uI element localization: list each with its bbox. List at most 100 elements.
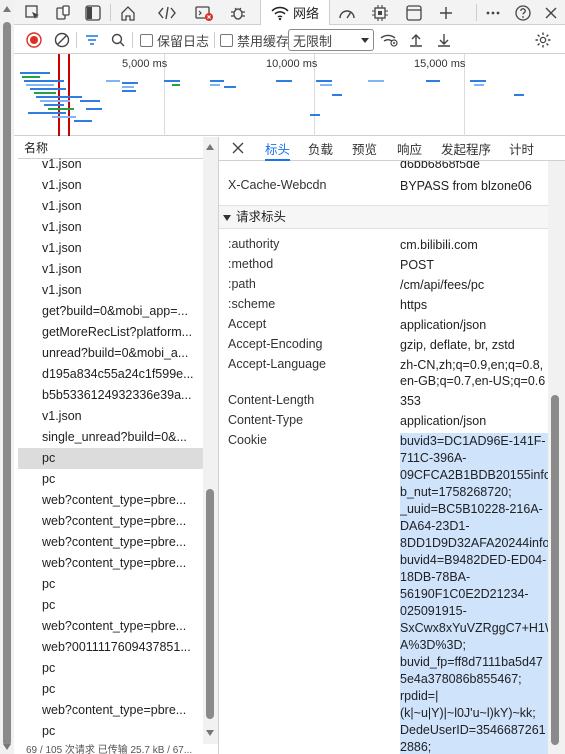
request-row[interactable]: v1.json	[18, 259, 203, 280]
close-details-icon[interactable]	[231, 141, 245, 158]
request-row[interactable]: get?build=0&mobi_app=...	[18, 301, 203, 322]
header-key: Content-Type	[228, 413, 304, 427]
request-row[interactable]: web?content_type=pbre...	[18, 700, 203, 721]
help-icon[interactable]	[510, 0, 536, 25]
request-list-scrollbar[interactable]	[203, 137, 218, 744]
sidebar-toggle-icon[interactable]	[80, 0, 106, 25]
network-toolbar: 保留日志 禁用缓存 无限制	[14, 26, 565, 54]
request-row[interactable]: web?0011117609437851...	[18, 637, 203, 658]
bug-icon[interactable]	[224, 0, 252, 25]
cookie-line: buvid3=DC1AD96E-141F-	[400, 433, 548, 450]
tab-timing[interactable]: 计时	[509, 137, 534, 161]
request-row[interactable]: b5b5336124932336e39a...	[18, 385, 203, 406]
checkbox-box[interactable]	[220, 33, 233, 47]
request-row[interactable]: v1.json	[18, 196, 203, 217]
header-value[interactable]: gzip, deflate, br, zstd	[400, 337, 548, 353]
tab-payload[interactable]: 负载	[308, 137, 333, 161]
request-row[interactable]: v1.json	[18, 406, 203, 427]
more-tabs-plus-icon[interactable]	[432, 0, 460, 25]
request-row[interactable]: v1.json	[18, 175, 203, 196]
request-row[interactable]: pc	[18, 595, 203, 616]
tab-response[interactable]: 响应	[397, 137, 422, 161]
disable-cache-checkbox[interactable]: 禁用缓存	[220, 29, 289, 51]
cookie-line: (k|~u|Y)|~l0J'u~l)kY)~kk;	[400, 705, 548, 722]
console-error-icon[interactable]	[190, 0, 218, 25]
memory-chip-icon[interactable]	[366, 0, 394, 25]
request-row[interactable]: v1.json	[18, 154, 203, 175]
header-key: X-Cache-Webcdn	[228, 178, 327, 192]
request-row[interactable]: pc	[18, 679, 203, 700]
header-value[interactable]: 353	[400, 393, 548, 409]
headers-panel: d6bb6868f5de X-Cache-Webcdn BYPASS from …	[218, 161, 548, 754]
request-row[interactable]: web?content_type=pbre...	[18, 616, 203, 637]
header-value[interactable]: zh-CN,zh;q=0.9,en;q=0.8,en-GB;q=0.7,en-U…	[400, 357, 548, 389]
device-toolbar-icon[interactable]	[50, 0, 76, 25]
close-devtools-icon[interactable]	[538, 0, 564, 25]
throttle-select[interactable]: 无限制	[288, 29, 374, 51]
request-row[interactable]: unread?build=0&mobi_a...	[18, 343, 203, 364]
elements-code-icon[interactable]	[152, 0, 182, 25]
more-options-icon[interactable]	[480, 0, 506, 25]
search-icon[interactable]	[110, 29, 126, 51]
request-row[interactable]: pc	[18, 721, 203, 742]
request-row[interactable]: pc	[18, 448, 203, 469]
checkbox-box[interactable]	[140, 33, 153, 47]
request-row[interactable]: getMoreRecList?platform...	[18, 322, 203, 343]
cookie-value[interactable]: buvid3=DC1AD96E-141F- 711C-396A- 09CFCA2B1…	[400, 433, 548, 754]
scroll-up-arrow[interactable]	[3, 6, 11, 12]
request-row[interactable]: single_unread?build=0&...	[18, 427, 203, 448]
request-row[interactable]: web?content_type=pbre...	[18, 511, 203, 532]
settings-gear-icon[interactable]	[534, 29, 552, 51]
tab-initiator[interactable]: 发起程序	[441, 137, 491, 161]
tab-preview[interactable]: 预览	[352, 137, 377, 161]
request-row[interactable]: web?content_type=pbre...	[18, 532, 203, 553]
record-stop-icon[interactable]	[26, 29, 42, 51]
tab-network-label: 网络	[292, 6, 319, 21]
devtools-window: 网络 保留日志 禁用缓存 无限制 5,000 ms 10,000 ms 15,0…	[0, 0, 565, 754]
header-value[interactable]: https	[400, 297, 548, 313]
request-row[interactable]: pc	[18, 574, 203, 595]
dom-content-loaded-line	[68, 54, 70, 136]
header-value[interactable]: POST	[400, 257, 548, 273]
clear-icon[interactable]	[54, 29, 70, 51]
disable-cache-label: 禁用缓存	[237, 33, 290, 49]
application-panel-icon[interactable]	[400, 0, 428, 25]
cookie-line: DedeUserID=3546687261	[400, 722, 548, 739]
export-har-download-icon[interactable]	[436, 29, 452, 51]
header-value[interactable]: application/json	[400, 317, 548, 333]
header-value: d6bb6868f5de	[400, 161, 480, 171]
preserve-log-checkbox[interactable]: 保留日志	[140, 29, 209, 51]
network-overview-timeline[interactable]: 5,000 ms 10,000 ms 15,000 ms	[14, 54, 565, 136]
request-row[interactable]: pc	[18, 658, 203, 679]
scroll-thumb[interactable]	[551, 395, 559, 745]
import-har-upload-icon[interactable]	[408, 29, 424, 51]
cookie-line: buvid_fp=ff8d7111ba5d47	[400, 654, 548, 671]
request-headers-section[interactable]: 请求标头	[219, 205, 548, 229]
timeline-tick-label: 15,000 ms	[414, 58, 466, 70]
scroll-down-arrow[interactable]	[3, 744, 11, 750]
home-icon[interactable]	[114, 0, 142, 25]
performance-gauge-icon[interactable]	[332, 0, 362, 25]
request-row[interactable]: v1.json	[18, 238, 203, 259]
request-row[interactable]: web?content_type=pbre...	[18, 553, 203, 574]
header-value[interactable]: cm.bilibili.com	[400, 237, 548, 253]
request-row[interactable]: v1.json	[18, 217, 203, 238]
scroll-thumb[interactable]	[3, 22, 11, 746]
scroll-down-arrow[interactable]	[206, 730, 214, 736]
scroll-up-arrow[interactable]	[206, 144, 214, 150]
request-row[interactable]: pc	[18, 469, 203, 490]
tab-network[interactable]: 网络	[260, 0, 330, 25]
page-scrollbar[interactable]	[0, 0, 14, 754]
network-conditions-icon[interactable]	[380, 29, 400, 51]
inspect-element-icon[interactable]	[20, 0, 46, 25]
request-row[interactable]: web?content_type=pbre...	[18, 490, 203, 511]
tab-headers[interactable]: 标头	[265, 137, 291, 161]
scroll-thumb[interactable]	[206, 489, 214, 719]
details-scrollbar[interactable]	[548, 161, 565, 754]
request-row[interactable]: d195a834c55a24c1f599e...	[18, 364, 203, 385]
header-value[interactable]: application/json	[400, 413, 548, 429]
load-event-line	[58, 54, 60, 136]
filter-icon[interactable]	[84, 29, 100, 51]
header-value[interactable]: /cm/api/fees/pc	[400, 277, 548, 293]
request-row[interactable]: v1.json	[18, 280, 203, 301]
